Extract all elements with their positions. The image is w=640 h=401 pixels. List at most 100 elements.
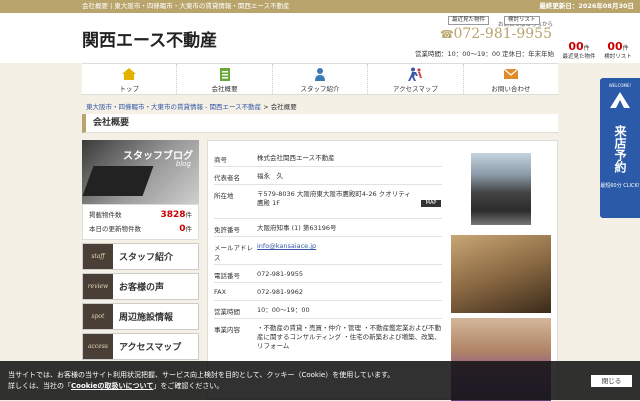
- row-key: 商号: [214, 156, 227, 164]
- table-row: 免許番号 大阪府知事 (1) 第63196号: [214, 219, 442, 237]
- site-tagline: 会社概要 | 東大阪市・四條畷市・大東市の賃貸情報・関西エース不動産: [82, 2, 290, 10]
- clipboard-icon: [219, 68, 230, 81]
- row-key: FAX: [214, 288, 227, 296]
- breadcrumb-separator: >: [263, 103, 269, 111]
- row-key: 事業内容: [214, 326, 240, 334]
- banner-text: 来店予約: [613, 125, 627, 173]
- updated-unit: 件: [185, 225, 193, 233]
- sidebar-button-label: 周辺施設情報: [119, 313, 174, 323]
- listed-count-row: 掲載物件数 3828件: [89, 208, 192, 222]
- company-table: 商号 株式会社関西エース不動産 代表者名 福永 久 所在地 〒579-8036 大阪府…: [214, 149, 442, 351]
- table-row: 電話番号 072-981-9955: [214, 265, 442, 283]
- row-value: 大阪府知事 (1) 第63196号: [257, 224, 337, 232]
- office-interior-photo: [451, 235, 551, 313]
- nav-label: お問い合わせ: [491, 85, 531, 93]
- table-row: メールアドレス info@kansaiace.jp: [214, 237, 442, 265]
- recent-caption: 最近見た物件: [562, 54, 596, 60]
- updated-label: 本日の更新物件数: [89, 225, 141, 233]
- recent-viewed-button[interactable]: 最近見た物件: [448, 16, 490, 25]
- listing-stats: 掲載物件数 3828件 本日の更新物件数 0件: [82, 204, 199, 240]
- person-icon: [315, 68, 326, 81]
- sidebar: スタッフブログ blog 掲載物件数 3828件 本日の更新物件数 0件 sta…: [82, 140, 199, 360]
- sidebar-access-button[interactable]: access アクセスマップ: [82, 333, 199, 360]
- row-key: 所在地: [214, 192, 234, 200]
- review-tag: review: [83, 274, 113, 299]
- review-counter[interactable]: 00件 検討リスト: [600, 35, 636, 60]
- cookie-notice: 当サイトでは、お客様の当サイト利用状況把握、サービス向上検討を目的として、クッキ…: [0, 361, 640, 400]
- cookie-text-a: 詳しくは、当社の「: [8, 382, 71, 390]
- table-row: FAX 072-981-9962: [214, 283, 442, 301]
- cookie-policy-link[interactable]: Cookieの取扱いについて: [71, 382, 153, 390]
- ace-logo-icon: [610, 92, 630, 108]
- staff-tag: staff: [83, 244, 113, 269]
- cookie-text-b: 」をご確認ください。: [153, 382, 224, 390]
- sidebar-staff-button[interactable]: staff スタッフ紹介: [82, 243, 199, 270]
- sidebar-review-button[interactable]: review お客様の声: [82, 273, 199, 300]
- business-hours: 営業時間：10：00〜19：00 定休日：年末年始: [415, 50, 555, 58]
- row-value: 072-981-9962: [257, 288, 304, 296]
- table-row: 所在地 〒579-8036 大阪府東大阪市鷹殿町4-26 クオリティ鷹殿 1F: [214, 185, 442, 219]
- row-value: 株式会社関西エース不動産: [257, 154, 335, 162]
- mail-icon: [503, 68, 519, 79]
- row-value: ・不動産の賃貸・売買・仲介・管理 ・不動産鑑定業および不動産に関するコンサルティ…: [257, 324, 442, 350]
- site-logo[interactable]: 関西エース不動産: [82, 26, 217, 51]
- nav-label: スタッフ紹介: [300, 85, 340, 93]
- table-row: 営業時間 10：00〜19：00: [214, 301, 442, 319]
- cookie-line2: 詳しくは、当社の「Cookieの取扱いについて」をご確認ください。: [8, 381, 640, 392]
- table-row: 商号 株式会社関西エース不動産: [214, 149, 442, 167]
- table-row: 代表者名 福永 久: [214, 167, 442, 185]
- nav-label: アクセスマップ: [392, 85, 438, 93]
- breadcrumb: 東大阪市・四條畷市・大東市の賃貸情報 - 関西エース不動産 > 会社概要: [86, 101, 297, 111]
- row-value: 福永 久: [257, 172, 283, 180]
- sidebar-button-label: スタッフ紹介: [119, 253, 174, 263]
- review-unit: 件: [622, 45, 629, 52]
- row-key: 代表者名: [214, 174, 240, 182]
- row-key: メールアドレス: [214, 244, 253, 262]
- cookie-close-button[interactable]: 閉じる: [591, 375, 632, 387]
- recent-counter[interactable]: 00件 最近見た物件: [561, 35, 597, 60]
- blog-subtitle: blog: [175, 160, 191, 168]
- banner-welcome: WELCOME!: [608, 83, 632, 88]
- top-bar: 会社概要 | 東大阪市・四條畷市・大東市の賃貸情報・関西エース不動産 最終更新日…: [0, 0, 640, 13]
- last-updated: 最終更新日：2026年08月30日: [539, 2, 634, 10]
- updated-count-row: 本日の更新物件数 0件: [89, 222, 192, 236]
- breadcrumb-current: 会社概要: [270, 103, 297, 111]
- email-link[interactable]: info@kansaiace.jp: [257, 242, 316, 250]
- listed-label: 掲載物件数: [89, 211, 122, 219]
- sidebar-button-label: アクセスマップ: [119, 343, 182, 353]
- table-row: 事業内容 ・不動産の賃貸・売買・仲介・管理 ・不動産鑑定業および不動産に関するコン…: [214, 319, 442, 351]
- visit-reservation-banner[interactable]: WELCOME! 来店予約 最短60分 CLICK!: [600, 78, 640, 218]
- row-key: 営業時間: [214, 308, 240, 316]
- nav-staff[interactable]: スタッフ紹介: [273, 64, 369, 94]
- row-value: 10：00〜19：00: [257, 306, 310, 314]
- header: 関西エース不動産 お問合せはこちらから ☎ 072-981-9955 営業時間：…: [0, 13, 640, 63]
- phone-number[interactable]: 072-981-9955: [440, 26, 552, 42]
- page-title: 会社概要: [82, 114, 558, 133]
- nav-contact[interactable]: お問い合わせ: [464, 64, 558, 94]
- keyboard-image: [82, 166, 154, 196]
- main-nav: トップ 会社概要 スタッフ紹介 アクセスマップ お問い合わせ: [82, 63, 558, 95]
- home-icon: [122, 68, 137, 80]
- review-caption: 検討リスト: [604, 54, 632, 60]
- nav-label: 会社概要: [211, 85, 238, 93]
- row-key: 電話番号: [214, 272, 240, 280]
- sidebar-button-label: お客様の声: [119, 283, 165, 293]
- staff-blog-banner[interactable]: スタッフブログ blog: [82, 140, 199, 204]
- listed-unit: 件: [185, 211, 193, 219]
- cookie-line1: 当サイトでは、お客様の当サイト利用状況把握、サービス向上検討を目的として、クッキ…: [8, 371, 395, 379]
- row-value: 072-981-9955: [257, 270, 304, 278]
- sidebar-spot-button[interactable]: spot 周辺施設情報: [82, 303, 199, 330]
- nav-company[interactable]: 会社概要: [177, 64, 273, 94]
- row-key: 免許番号: [214, 226, 240, 234]
- access-tag: access: [83, 334, 113, 359]
- review-list-button[interactable]: 検討リスト: [504, 16, 540, 25]
- nav-access[interactable]: アクセスマップ: [368, 64, 464, 94]
- nav-label: トップ: [119, 85, 139, 93]
- map-button[interactable]: MAP: [421, 200, 441, 207]
- walking-icon: [408, 67, 423, 81]
- nav-top[interactable]: トップ: [82, 64, 178, 94]
- row-value: 〒579-8036 大阪府東大阪市鷹殿町4-26 クオリティ鷹殿 1F: [257, 190, 411, 207]
- breadcrumb-home-link[interactable]: 東大阪市・四條畷市・大東市の賃貸情報 - 関西エース不動産: [86, 103, 261, 111]
- spot-tag: spot: [83, 304, 113, 329]
- storefront-photo: [471, 153, 531, 225]
